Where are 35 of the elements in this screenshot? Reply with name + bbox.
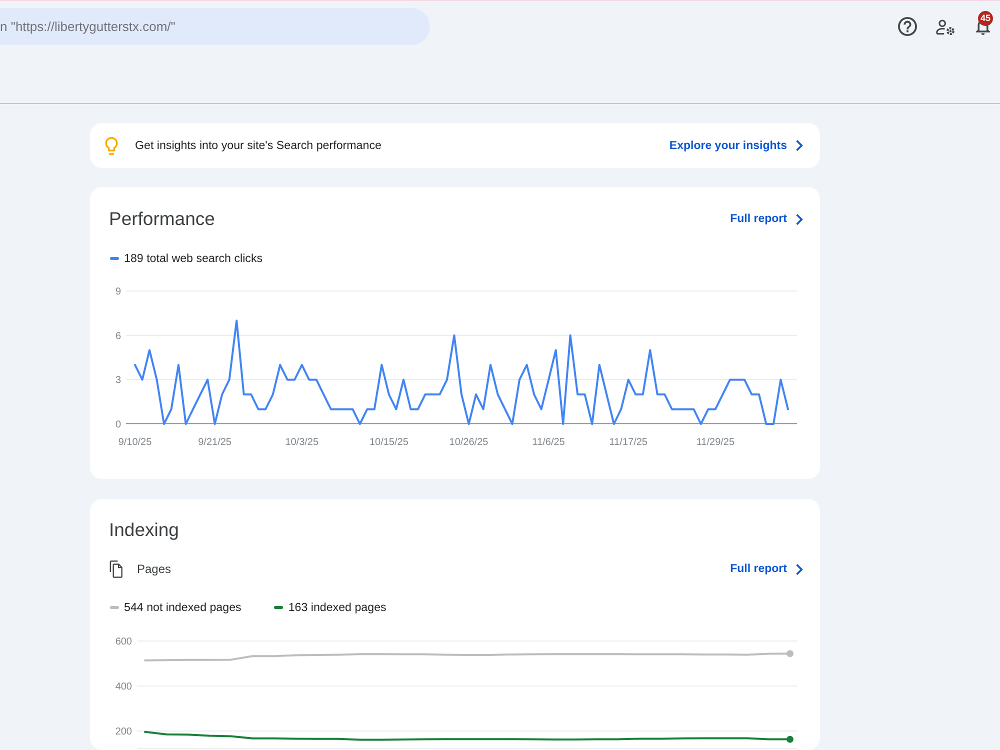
section-label: Pages: [137, 562, 172, 576]
x-axis-label: 11/29/25: [696, 437, 735, 448]
person-gear-icon: [936, 18, 954, 34]
explore-insights-link[interactable]: Explore your insights: [669, 140, 803, 152]
lightbulb-icon: [105, 136, 118, 154]
card-title: Indexing: [109, 518, 180, 542]
x-axis-label: 10/26/25: [449, 437, 488, 448]
x-axis-label: 10/3/25: [285, 437, 319, 448]
y-axis-label: 0: [115, 420, 121, 430]
x-axis-label: 9/10/25: [118, 437, 152, 448]
search-field[interactable]: n "https://libertygutterstx.com/": [0, 8, 430, 45]
chevron-right-icon: [796, 140, 803, 151]
legend-label: 189 total web search clicks: [124, 252, 263, 264]
card-title: Performance: [109, 207, 216, 231]
x-axis-label: 11/17/25: [609, 437, 648, 448]
insights-text: Get insights into your site's Search performance: [135, 139, 382, 152]
full-report-link[interactable]: Full report: [730, 563, 803, 575]
y-axis-label: 9: [115, 286, 121, 298]
x-axis-label: 11/6/25: [532, 437, 565, 448]
y-axis-label: 3: [115, 375, 121, 386]
notifications-button[interactable]: 45: [967, 10, 999, 42]
y-axis-label: 400: [115, 682, 132, 692]
chevron-right-icon: [796, 564, 803, 574]
y-axis-label: 6: [115, 330, 121, 342]
chevron-right-icon: [796, 214, 803, 224]
legend-label: 544 not indexed pages: [124, 600, 242, 614]
help-icon: [898, 17, 916, 36]
y-axis-label: 200: [115, 726, 132, 738]
y-axis-label: 600: [115, 636, 132, 648]
legend-label: 163 indexed pages: [288, 600, 386, 614]
pages-icon: [109, 560, 123, 578]
notification-badge: 45: [978, 10, 993, 26]
x-axis-label: 9/21/25: [198, 437, 232, 448]
x-axis-label: 10/15/25: [369, 437, 408, 448]
full-report-link[interactable]: Full report: [730, 213, 803, 225]
